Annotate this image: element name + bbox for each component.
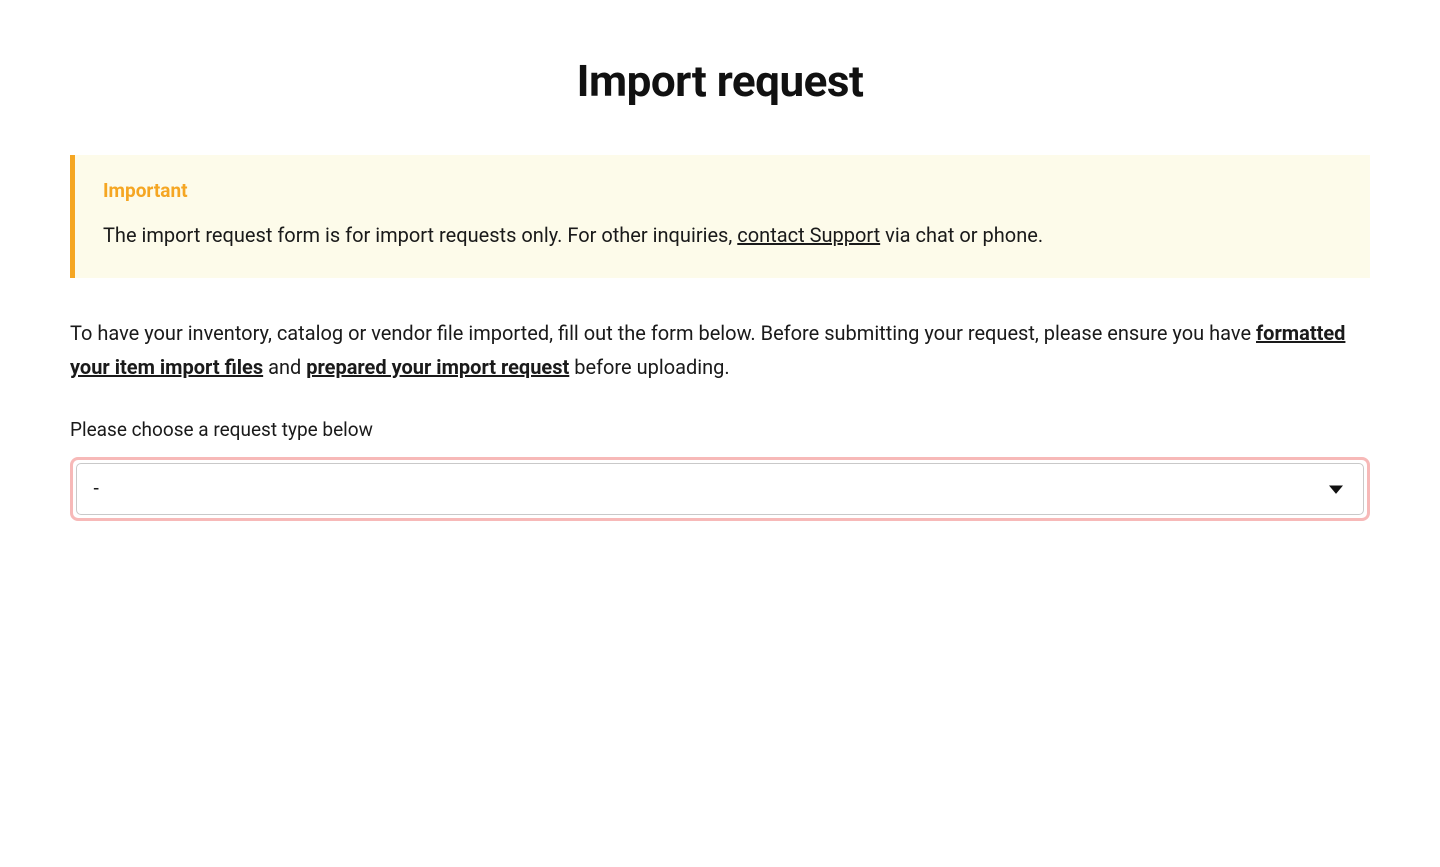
- instructions-mid: and: [263, 355, 306, 379]
- request-type-focus-ring: -: [70, 457, 1370, 521]
- instructions-text: To have your inventory, catalog or vendo…: [70, 316, 1370, 384]
- chevron-down-icon: [1329, 483, 1343, 497]
- request-type-select-wrapper: -: [76, 463, 1364, 515]
- prepared-request-link[interactable]: prepared your import request: [306, 355, 569, 379]
- page-title: Import request: [70, 55, 1370, 107]
- contact-support-link[interactable]: contact Support: [737, 223, 880, 247]
- callout-title: Important: [103, 179, 1342, 202]
- instructions-post: before uploading.: [569, 355, 729, 379]
- page-container: Import request Important The import requ…: [60, 55, 1380, 521]
- callout-text-post: via chat or phone.: [880, 223, 1043, 247]
- request-type-selected-value: -: [93, 478, 99, 500]
- request-type-select[interactable]: -: [76, 463, 1364, 515]
- callout-body: The import request form is for import re…: [103, 220, 1342, 250]
- instructions-pre: To have your inventory, catalog or vendo…: [70, 321, 1256, 345]
- request-type-label: Please choose a request type below: [70, 418, 1370, 441]
- important-callout: Important The import request form is for…: [70, 155, 1370, 278]
- callout-text-pre: The import request form is for import re…: [103, 223, 737, 247]
